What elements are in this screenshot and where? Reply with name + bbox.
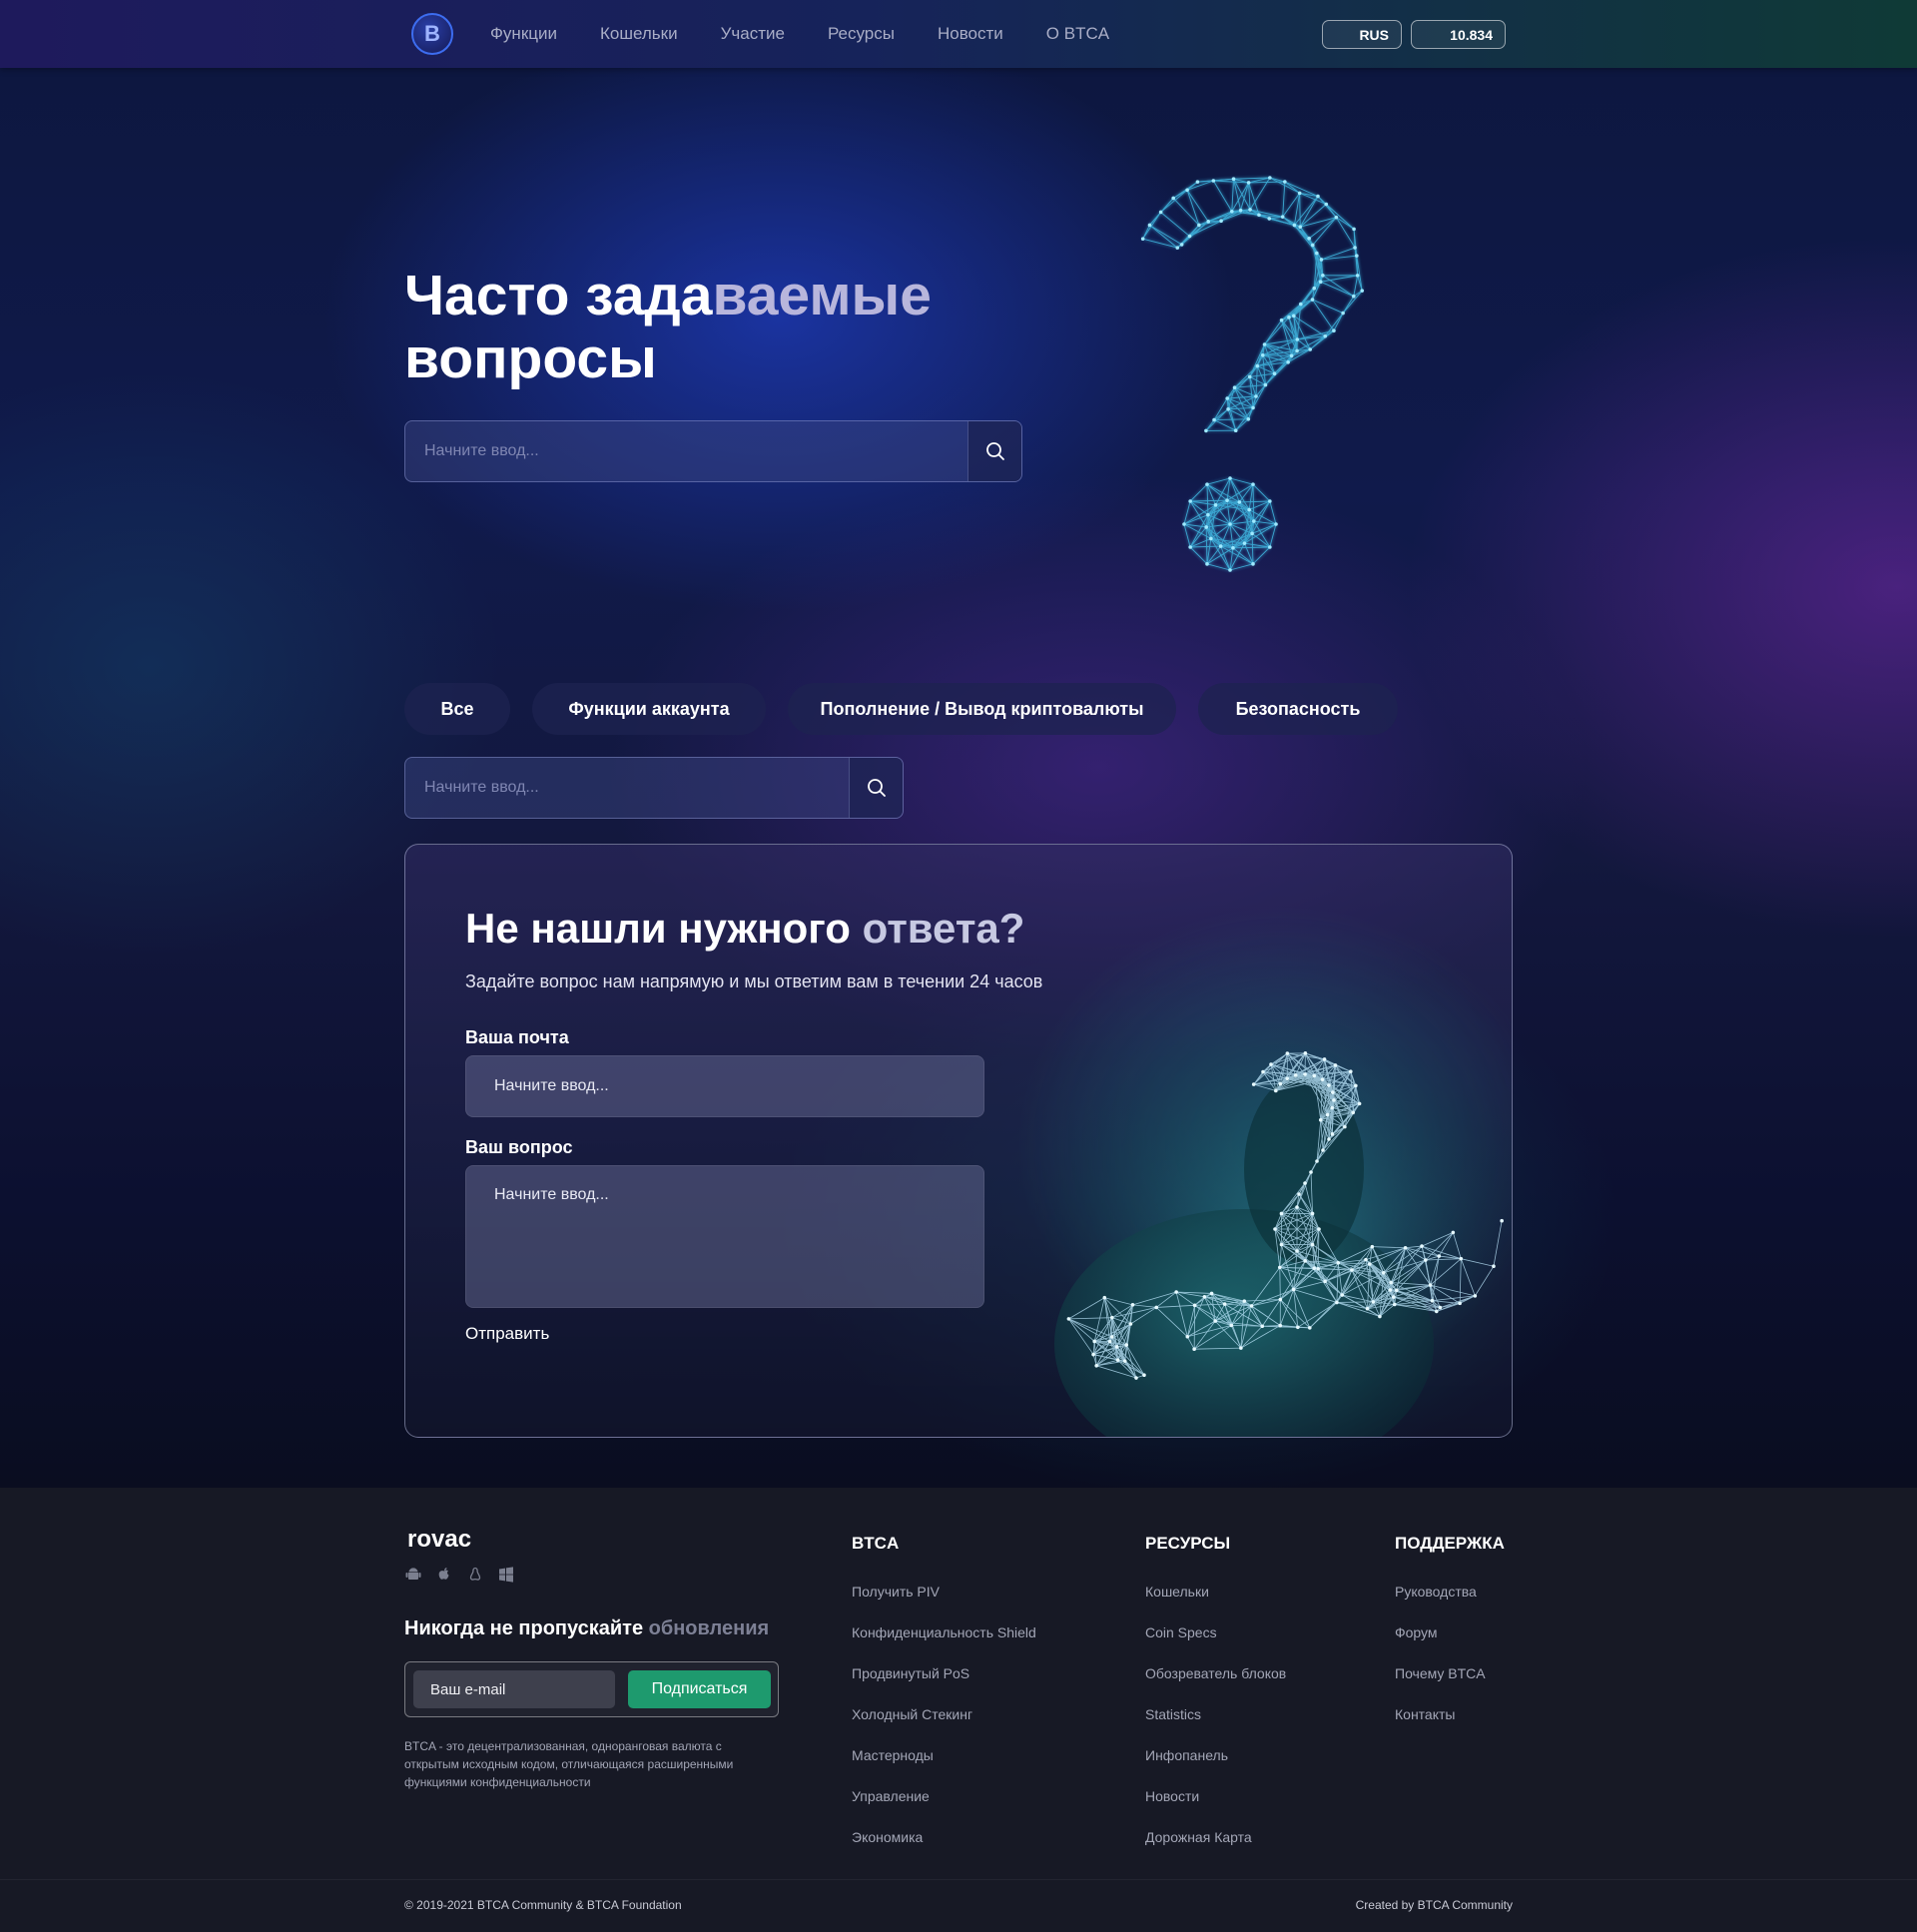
copyright: © 2019-2021 BTCA Community & BTCA Founda… (404, 1898, 682, 1912)
footer-link[interactable]: Обозреватель блоков (1145, 1665, 1286, 1706)
footer-link[interactable]: Новости (1145, 1788, 1286, 1829)
footer-link[interactable]: Кошельки (1145, 1584, 1286, 1624)
footer-link[interactable]: Мастерноды (852, 1747, 1036, 1788)
footer-description: BTCA - это децентрализованная, одноранго… (404, 1739, 734, 1789)
footer-link[interactable]: Получить PIV (852, 1584, 1036, 1624)
android-icon[interactable] (404, 1566, 422, 1584)
hero-search (404, 420, 1022, 482)
page-title-line2: вопросы (404, 326, 657, 390)
main-menu: Функции Кошельки Участие Ресурсы Новости… (490, 0, 1152, 68)
footer-link[interactable]: Почему BTCA (1395, 1665, 1505, 1706)
footer-link[interactable]: Руководства (1395, 1584, 1505, 1624)
page-title-part2: ваемые (712, 264, 932, 327)
newsletter-email-input[interactable] (413, 1670, 615, 1708)
footer-link[interactable]: Форум (1395, 1624, 1505, 1665)
nav-item-participation[interactable]: Участие (721, 24, 785, 44)
subscribe-button[interactable]: Подписаться (628, 1670, 771, 1708)
newsletter-heading-part2: обновления (648, 1617, 770, 1639)
footer-link[interactable]: Управление (852, 1788, 1036, 1829)
footer-column-title: РЕСУРСЫ (1145, 1534, 1231, 1553)
nav-item-about[interactable]: О BTCA (1046, 24, 1109, 44)
tab-security[interactable]: Безопасность (1198, 683, 1398, 735)
footer-column-title: BTCA (852, 1534, 900, 1553)
footer-link[interactable]: Контакты (1395, 1706, 1505, 1747)
footer-column-btca: BTCA Получить PIV Конфиденциальность Shi… (852, 1534, 1036, 1870)
newsletter-heading-part1: Никогда не пропускайте (404, 1617, 649, 1639)
ask-title: Не нашли нужного ответа? (465, 905, 1024, 953)
footer-link[interactable]: Инфопанель (1145, 1747, 1286, 1788)
footer-column-title: ПОДДЕРЖКА (1395, 1534, 1505, 1553)
footer-link[interactable]: Конфиденциальность Shield (852, 1624, 1036, 1665)
footer-link[interactable]: Экономика (852, 1829, 1036, 1870)
search-icon (985, 442, 1004, 460)
hand-question-illustration (1044, 1014, 1512, 1437)
footer-link[interactable]: Холодный Стекинг (852, 1706, 1036, 1747)
search-icon (867, 779, 886, 797)
subscribe-form: Подписаться (404, 1661, 779, 1717)
footer-divider (0, 1879, 1917, 1880)
ask-subtitle: Задайте вопрос нам напрямую и мы ответим… (465, 971, 1043, 991)
ask-title-part2: ответа? (862, 905, 1025, 952)
newsletter-heading: Никогда не пропускайте обновления (404, 1617, 769, 1640)
email-field[interactable] (465, 1055, 984, 1117)
footer-column-resources: РЕСУРСЫ Кошельки Coin Specs Обозреватель… (1145, 1534, 1286, 1870)
page-title-part1: Часто зада (404, 264, 713, 327)
footer-column-support: ПОДДЕРЖКА Руководства Форум Почему BTCA … (1395, 1534, 1505, 1747)
footer-link[interactable]: Statistics (1145, 1706, 1286, 1747)
price-badge: 10.834 (1411, 20, 1506, 49)
question-field[interactable] (465, 1165, 984, 1308)
hero-search-input[interactable] (405, 421, 967, 481)
ask-title-part1: Не нашли нужного (465, 905, 863, 952)
tab-deposit-withdraw[interactable]: Пополнение / Вывод криптовалюты (788, 683, 1176, 735)
footer-link[interactable]: Coin Specs (1145, 1624, 1286, 1665)
footer-link[interactable]: Продвинутый PoS (852, 1665, 1036, 1706)
nav-item-resources[interactable]: Ресурсы (828, 24, 895, 44)
submit-button[interactable]: Отправить (465, 1324, 549, 1344)
question-label: Ваш вопрос (465, 1137, 573, 1157)
created-by: Created by BTCA Community (1355, 1898, 1513, 1912)
tab-all[interactable]: Все (404, 683, 510, 735)
windows-icon[interactable] (497, 1566, 515, 1584)
nav-item-wallets[interactable]: Кошельки (600, 24, 678, 44)
linux-icon[interactable] (466, 1566, 484, 1584)
top-nav: B Функции Кошельки Участие Ресурсы Новос… (0, 0, 1917, 68)
footer: rovac Никогда не пропускайте обновления … (0, 1488, 1917, 1932)
footer-link[interactable]: Дорожная Карта (1145, 1829, 1286, 1870)
page-title: Часто задаваемые вопросы (404, 265, 1023, 390)
nav-item-news[interactable]: Новости (938, 24, 1003, 44)
faq-search-input[interactable] (405, 758, 849, 818)
faq-search (404, 757, 904, 819)
language-selector[interactable]: RUS (1322, 20, 1402, 49)
os-icons (404, 1566, 515, 1584)
tab-account-functions[interactable]: Функции аккаунта (532, 683, 766, 735)
logo-letter: B (424, 21, 440, 46)
ask-question-card: Не нашли нужного ответа? Задайте вопрос … (404, 844, 1513, 1438)
footer-brand: rovac (407, 1526, 472, 1553)
hero-search-button[interactable] (967, 421, 1021, 481)
faq-search-button[interactable] (849, 758, 903, 818)
email-label: Ваша почта (465, 1027, 569, 1047)
nav-item-functions[interactable]: Функции (490, 24, 557, 44)
question-mark-illustration (1140, 176, 1365, 572)
logo-icon[interactable]: B (411, 13, 453, 55)
apple-icon[interactable] (435, 1566, 453, 1584)
